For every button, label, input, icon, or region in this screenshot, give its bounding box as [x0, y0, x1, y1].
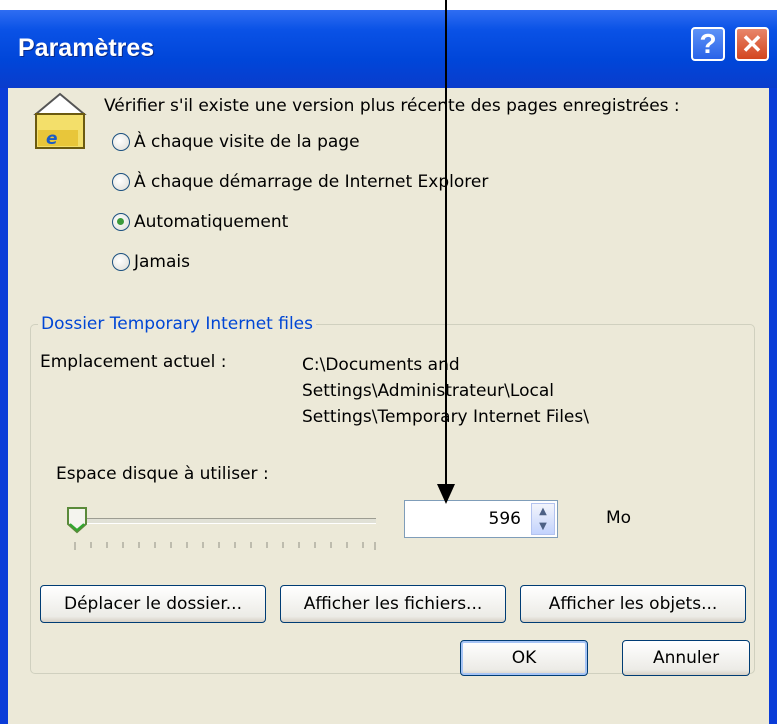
spin-up-icon[interactable]: ▲: [539, 506, 547, 517]
location-value: C:\Documents and Settings\Administrateur…: [302, 352, 589, 430]
disk-space-slider-thumb[interactable]: [66, 506, 88, 534]
ok-button[interactable]: OK: [460, 640, 588, 676]
view-files-button[interactable]: Afficher les fichiers...: [280, 585, 506, 623]
help-button[interactable]: ?: [691, 27, 725, 61]
settings-dialog: Paramètres ? ✕ e Vérifier s'il existe un…: [0, 0, 777, 724]
cancel-button[interactable]: Annuler: [622, 640, 750, 676]
location-label: Emplacement actuel :: [40, 352, 227, 372]
radio-each-visit[interactable]: À chaque visite de la page: [112, 132, 360, 152]
close-button[interactable]: ✕: [735, 27, 769, 61]
radio-label: Automatiquement: [134, 212, 289, 232]
ie-folder-icon: e: [33, 92, 87, 149]
dialog-body: e Vérifier s'il existe une version plus …: [8, 88, 769, 724]
radio-label: Jamais: [134, 252, 190, 272]
radio-never[interactable]: Jamais: [112, 252, 190, 272]
close-icon: ✕: [741, 28, 763, 59]
dialog-title: Paramètres: [18, 34, 155, 62]
disk-space-label: Espace disque à utiliser :: [56, 464, 269, 484]
groupbox-legend: Dossier Temporary Internet files: [38, 314, 316, 334]
location-line: C:\Documents and: [302, 355, 460, 375]
disk-space-spinbox[interactable]: 596 ▲ ▼: [404, 500, 558, 538]
location-line: Settings\Administrateur\Local: [302, 381, 554, 401]
radio-circle-checked[interactable]: [112, 213, 130, 231]
slider-ticks: [74, 542, 376, 550]
radio-circle[interactable]: [112, 173, 130, 191]
radio-each-start[interactable]: À chaque démarrage de Internet Explorer: [112, 172, 488, 192]
radio-label: À chaque démarrage de Internet Explorer: [134, 172, 489, 192]
location-line: Settings\Temporary Internet Files\: [302, 407, 589, 427]
disk-space-unit: Mo: [606, 508, 632, 528]
disk-space-slider-track[interactable]: [74, 518, 376, 524]
radio-label: À chaque visite de la page: [134, 132, 360, 152]
view-objects-button[interactable]: Afficher les objets...: [520, 585, 746, 623]
radio-circle[interactable]: [112, 133, 130, 151]
disk-space-value[interactable]: 596: [489, 509, 521, 529]
spin-down-icon[interactable]: ▼: [539, 521, 547, 532]
spin-arrows[interactable]: ▲ ▼: [531, 503, 555, 535]
check-version-label: Vérifier s'il existe une version plus ré…: [104, 96, 680, 116]
title-bar: Paramètres ? ✕: [0, 0, 777, 88]
help-icon: ?: [699, 28, 717, 59]
move-folder-button[interactable]: Déplacer le dossier...: [40, 585, 266, 623]
svg-text:e: e: [46, 129, 58, 149]
radio-automatic[interactable]: Automatiquement: [112, 212, 288, 232]
radio-circle[interactable]: [112, 253, 130, 271]
